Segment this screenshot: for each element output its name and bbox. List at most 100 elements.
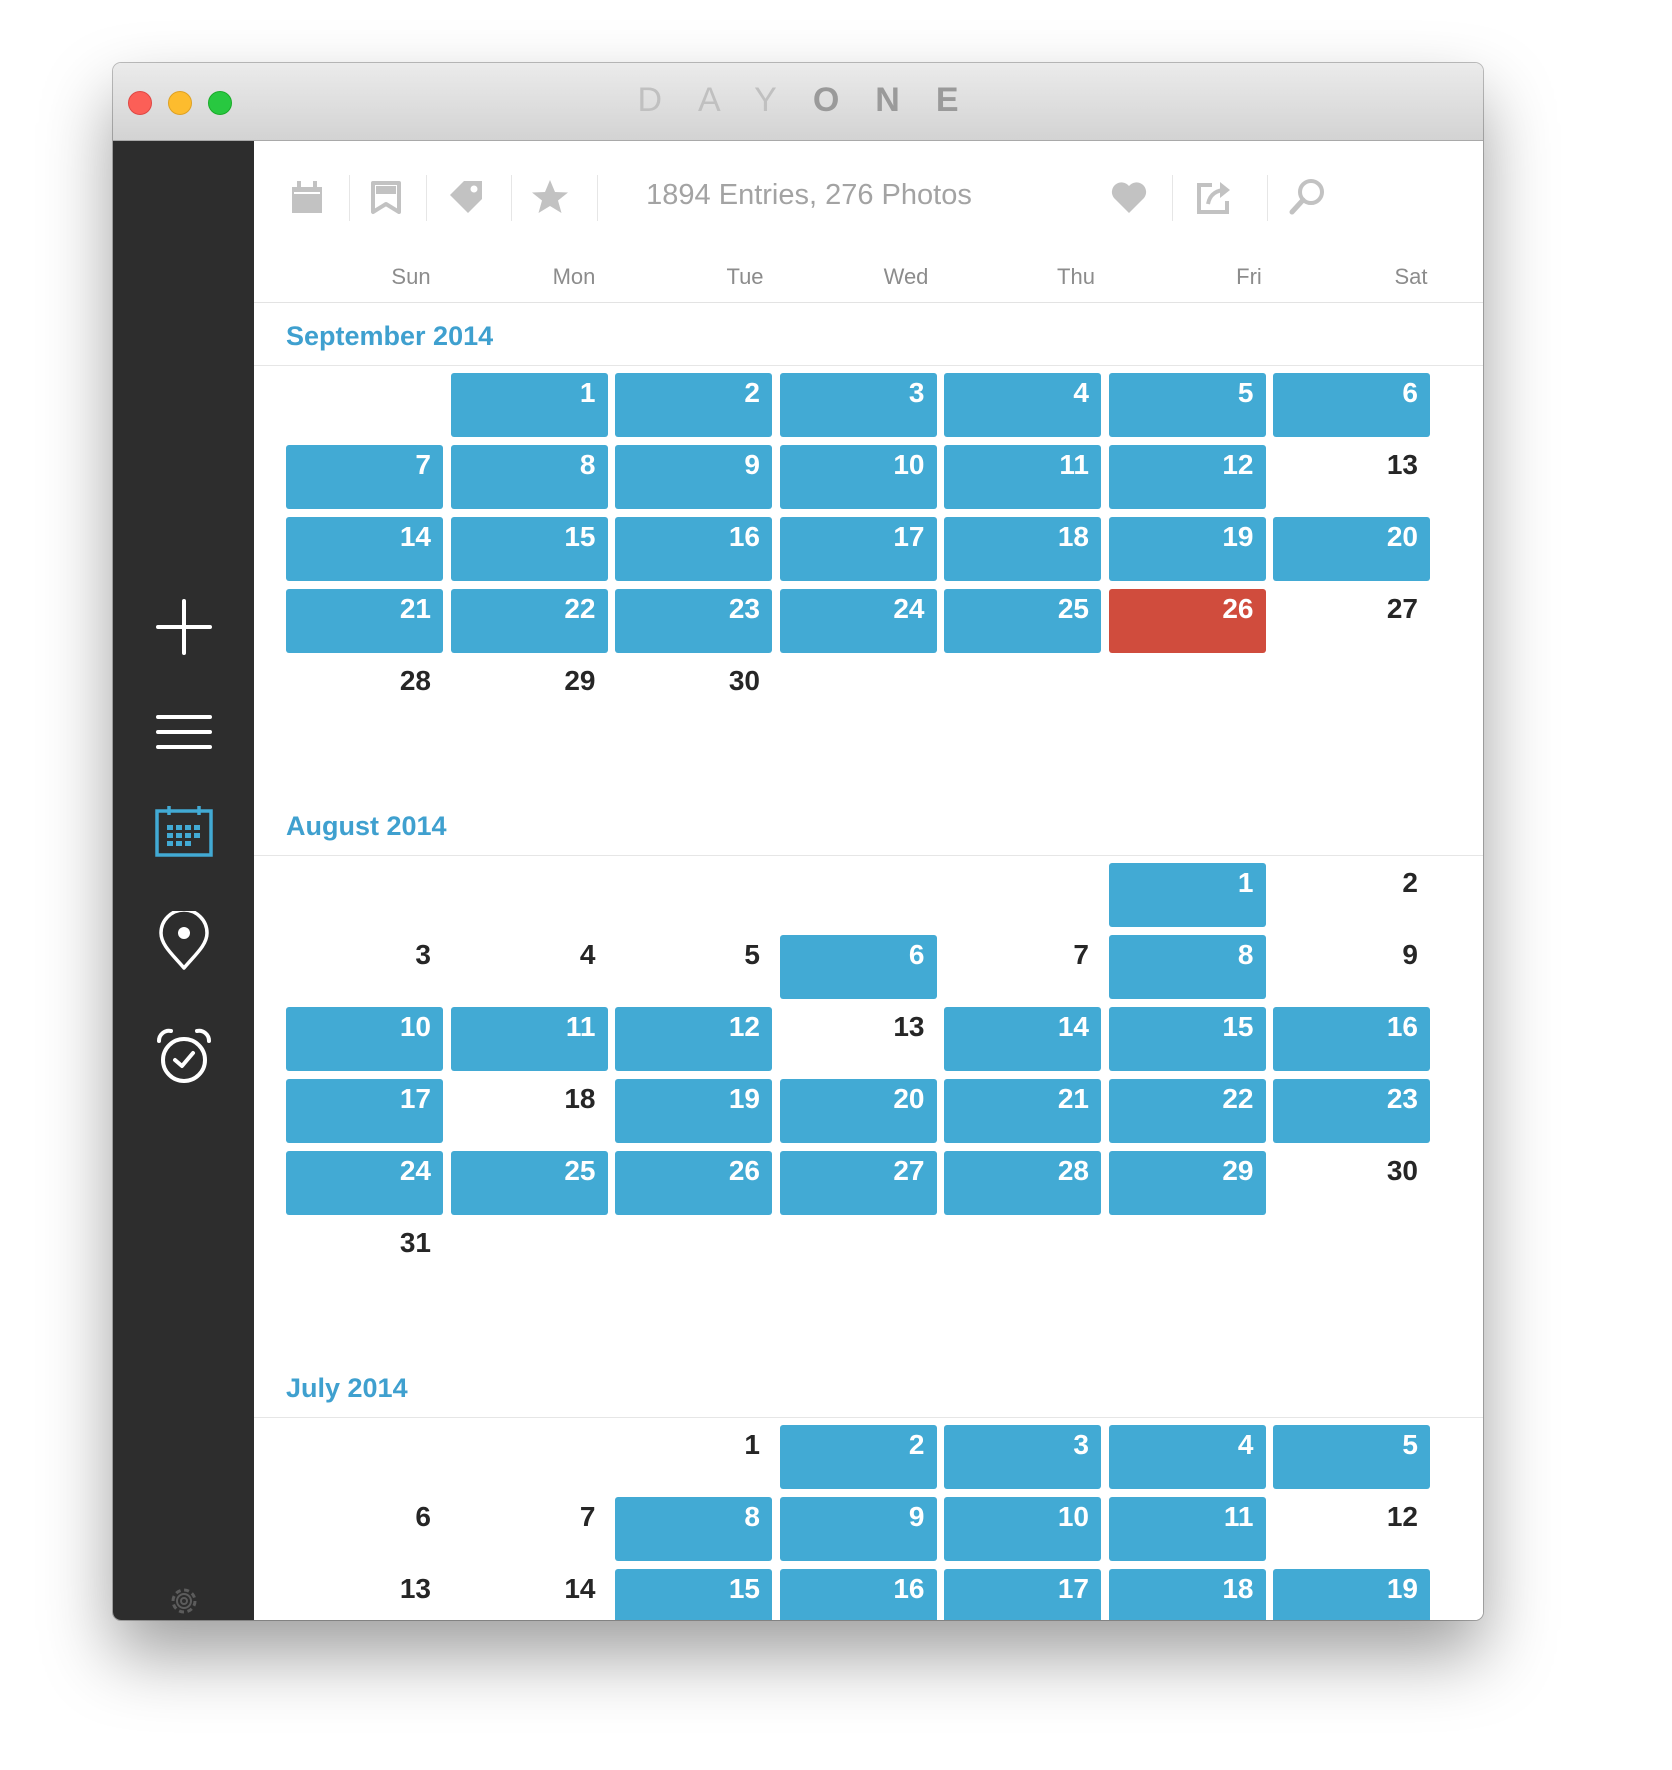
heart-icon[interactable] [1109,177,1149,217]
day-cell: 18 [564,1083,596,1114]
day-cell-entry[interactable]: 22 [1108,1079,1266,1143]
day-cell-entry[interactable]: 3 [779,373,937,437]
day-cell: 6 [415,1501,431,1532]
tag-icon[interactable] [446,177,486,217]
day-cell-entry[interactable]: 19 [615,1079,772,1143]
day-cell-entry[interactable]: 22 [450,589,608,653]
day-cell-entry[interactable]: 24 [286,1151,443,1215]
day-cell-entry[interactable]: 5 [1273,1425,1430,1489]
day-cell-entry[interactable]: 12 [615,1007,772,1071]
day-cell-entry[interactable]: 12 [1108,445,1266,509]
plus-icon[interactable] [153,596,215,658]
calendar-icon[interactable] [153,801,215,863]
day-cell: 7 [1073,939,1089,970]
day-cell-today[interactable]: 26 [1108,589,1266,653]
day-cell-entry[interactable]: 17 [286,1079,443,1143]
day-cell-entry[interactable]: 4 [1108,1425,1266,1489]
share-icon[interactable] [1194,177,1234,217]
day-cell-entry[interactable]: 21 [944,1079,1101,1143]
window-title: DAYONE [113,81,1483,120]
day-cell: 31 [399,1227,431,1258]
list-icon[interactable] [153,701,215,763]
day-cell-entry[interactable]: 17 [944,1569,1101,1620]
sidebar [113,141,254,1620]
weekday-thu: Thu [1057,264,1095,289]
main-panel: September 2014 1 2 3 4 5 6 7 8 9 10 11 12 13 14 15 16 17 1… [254,141,1483,1620]
day-cell: 13 [1386,449,1418,480]
weekday-sat: Sat [1394,264,1428,289]
map-pin-icon[interactable] [153,908,215,973]
calendar-icon[interactable] [287,177,327,217]
day-cell-entry[interactable]: 11 [450,1007,608,1071]
day-cell-entry[interactable]: 2 [615,373,772,437]
day-cell-entry[interactable]: 19 [1108,517,1266,581]
day-cell: 2 [1402,867,1418,898]
day-cell-entry[interactable]: 23 [1273,1079,1430,1143]
day-cell-entry[interactable]: 28 [944,1151,1101,1215]
day-cell-entry[interactable]: 26 [615,1151,772,1215]
day-cell-entry[interactable]: 15 [1108,1007,1266,1071]
day-cell-entry[interactable]: 16 [615,517,772,581]
day-cell-entry[interactable]: 9 [615,445,772,509]
day-cell-entry[interactable]: 15 [615,1569,772,1620]
weekday-tue: Tue [726,264,764,289]
month-divider [254,855,1483,856]
day-cell-entry[interactable]: 29 [1108,1151,1266,1215]
day-cell-entry[interactable]: 8 [450,445,608,509]
day-cell-entry[interactable]: 18 [944,517,1101,581]
day-cell-entry[interactable]: 2 [779,1425,937,1489]
day-cell-entry[interactable]: 14 [286,517,443,581]
day-cell-entry[interactable]: 25 [450,1151,608,1215]
day-cell-entry[interactable]: 21 [286,589,443,653]
day-cell-entry[interactable]: 8 [615,1497,772,1561]
window-title-light: DAY [637,81,813,119]
day-cell-entry[interactable]: 24 [779,589,937,653]
day-cell: 7 [579,1501,596,1532]
day-cell-entry[interactable]: 10 [286,1007,443,1071]
month-divider [254,365,1483,366]
day-cell-entry[interactable]: 20 [779,1079,937,1143]
weekday-sun: Sun [391,264,431,289]
day-cell: 27 [1386,593,1418,624]
day-cell-entry[interactable]: 11 [944,445,1101,509]
day-cell-entry[interactable]: 6 [779,935,937,999]
day-cell: 29 [564,665,596,696]
day-cell-entry[interactable]: 1 [450,373,608,437]
day-cell-entry[interactable]: 16 [1273,1007,1430,1071]
day-cell-entry[interactable]: 14 [944,1007,1101,1071]
day-cell-entry[interactable]: 10 [779,445,937,509]
day-cell-entry[interactable]: 10 [944,1497,1101,1561]
entry-summary: 1894 Entries, 276 Photos [646,179,972,211]
day-cell: 5 [744,939,760,970]
day-cell-entry[interactable]: 15 [450,517,608,581]
day-cell: 13 [893,1011,925,1042]
window-title-bold: ONE [812,81,995,119]
day-cell-entry[interactable]: 17 [779,517,937,581]
day-cell-entry[interactable]: 6 [1273,373,1430,437]
day-cell: 13 [399,1573,431,1604]
day-cell: 4 [579,939,596,970]
bookmark-icon[interactable] [366,177,406,217]
alarm-clock-icon[interactable] [153,1026,215,1088]
day-cell: 12 [1386,1501,1418,1532]
star-icon[interactable] [530,177,570,217]
day-cell-entry[interactable]: 27 [779,1151,937,1215]
day-cell-entry[interactable]: 7 [286,445,443,509]
day-cell-entry[interactable]: 20 [1273,517,1430,581]
day-cell-entry[interactable]: 8 [1108,935,1266,999]
gear-icon[interactable] [164,1581,204,1620]
day-cell-entry[interactable]: 11 [1108,1497,1266,1561]
day-cell-entry[interactable]: 4 [944,373,1101,437]
day-cell-entry[interactable]: 1 [1108,863,1266,927]
day-cell-entry[interactable]: 19 [1273,1569,1430,1620]
day-cell-entry[interactable]: 9 [779,1497,937,1561]
day-cell-entry[interactable]: 23 [615,589,772,653]
day-cell-entry[interactable]: 25 [944,589,1101,653]
day-cell-entry[interactable]: 16 [779,1569,937,1620]
day-cell-entry[interactable]: 18 [1108,1569,1266,1620]
day-cell-entry[interactable]: 5 [1108,373,1266,437]
search-icon[interactable] [1287,177,1327,217]
month-title: July 2014 [286,1373,408,1403]
day-cell-entry[interactable]: 3 [944,1425,1101,1489]
day-cell: 28 [399,665,431,696]
